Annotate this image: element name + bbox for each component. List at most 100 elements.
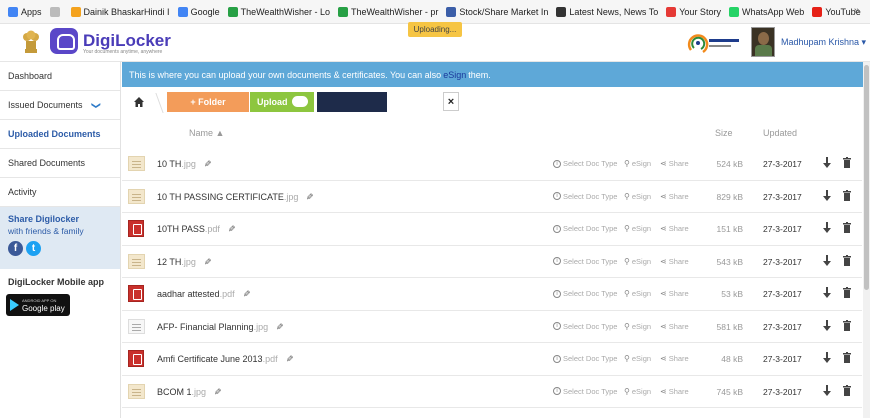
pdf-file-icon[interactable] xyxy=(128,285,144,302)
file-name[interactable]: Amfi Certificate June 2013.pdf ✎ xyxy=(157,354,293,365)
pencil-icon[interactable]: ✎ xyxy=(204,159,212,170)
trash-icon[interactable] xyxy=(843,287,851,298)
pencil-icon[interactable]: ✎ xyxy=(228,224,236,235)
image-thumbnail[interactable] xyxy=(128,156,145,171)
table-row[interactable]: Amfi Certificate June 2013.pdf ✎ i Select D… xyxy=(122,343,862,376)
trash-icon[interactable] xyxy=(843,352,851,363)
download-icon[interactable] xyxy=(823,384,831,397)
pencil-icon[interactable]: ✎ xyxy=(286,354,294,365)
select-doc-type-button[interactable]: i Select Doc Type xyxy=(553,322,617,331)
image-thumbnail[interactable] xyxy=(128,253,145,269)
user-menu[interactable]: Madhupam Krishna ▾ xyxy=(781,37,866,48)
table-row[interactable]: 10TH PASS.pdf ✎ i Select Doc Type ⚲ eSign ⋖ Sha… xyxy=(122,213,862,246)
esign-link[interactable]: eSign xyxy=(443,70,466,80)
select-doc-type-button[interactable]: i Select Doc Type xyxy=(553,159,617,168)
share-button[interactable]: ⋖ Share xyxy=(660,159,689,168)
file-name[interactable]: BCOM 1.jpg ✎ xyxy=(157,387,222,398)
user-avatar[interactable] xyxy=(751,27,775,57)
select-doc-type-button[interactable]: i Select Doc Type xyxy=(553,289,617,298)
digilocker-logo[interactable]: DigiLocker Your documents anytime, anywh… xyxy=(50,28,171,55)
table-row[interactable]: 10 TH.jpg ✎ i Select Doc Type ⚲ eSign ⋖ Share 52… xyxy=(122,148,862,181)
trash-icon[interactable] xyxy=(843,254,851,266)
trash-icon[interactable] xyxy=(843,384,851,396)
bookmark-item[interactable]: TheWealthWisher - pr xyxy=(337,6,438,17)
trash-icon[interactable] xyxy=(843,319,851,331)
bookmarks-more-button[interactable]: » xyxy=(854,5,860,17)
table-row[interactable]: AFP- Financial Planning.jpg ✎ i Select Doc … xyxy=(122,311,862,343)
download-icon[interactable] xyxy=(823,319,831,332)
upload-button[interactable]: Upload xyxy=(250,92,314,112)
bookmark-item[interactable]: Dainik BhaskarHindi I xyxy=(70,6,170,17)
bookmark-item[interactable]: WhatsApp Web xyxy=(728,6,804,17)
column-name-header[interactable]: Name ▲ xyxy=(189,128,224,138)
facebook-icon[interactable]: f xyxy=(8,241,23,256)
share-button[interactable]: ⋖ Share xyxy=(660,354,689,363)
esign-button[interactable]: ⚲ eSign xyxy=(624,192,651,201)
bookmark-item[interactable]: TheWealthWisher - Lo xyxy=(227,6,330,17)
scrollbar-thumb[interactable] xyxy=(864,65,869,290)
file-name[interactable]: 10 TH PASSING CERTIFICATE.jpg ✎ xyxy=(157,192,314,203)
file-name[interactable]: 10 TH.jpg ✎ xyxy=(157,159,211,170)
share-button[interactable]: ⋖ Share xyxy=(660,192,689,201)
table-row[interactable]: 12 TH.jpg ✎ i Select Doc Type ⚲ eSign ⋖ Share 54… xyxy=(122,246,862,278)
sidebar-item-shared-documents[interactable]: Shared Documents xyxy=(0,149,120,178)
download-icon[interactable] xyxy=(823,157,831,169)
share-button[interactable]: ⋖ Share xyxy=(660,322,689,331)
bookmark-item[interactable] xyxy=(49,6,63,17)
share-button[interactable]: ⋖ Share xyxy=(660,387,689,396)
home-icon[interactable] xyxy=(134,97,144,107)
page-scrollbar[interactable] xyxy=(863,62,870,418)
pencil-icon[interactable]: ✎ xyxy=(276,322,284,333)
close-upload-button[interactable]: × xyxy=(443,92,459,111)
share-button[interactable]: ⋖ Share xyxy=(660,289,689,298)
download-icon[interactable] xyxy=(823,254,831,267)
file-name[interactable]: 12 TH.jpg ✎ xyxy=(157,257,211,268)
pdf-file-icon[interactable] xyxy=(128,220,144,237)
trash-icon[interactable] xyxy=(843,189,851,201)
bookmark-item[interactable]: Apps xyxy=(8,6,42,17)
download-icon[interactable] xyxy=(823,189,831,202)
select-doc-type-button[interactable]: i Select Doc Type xyxy=(553,387,617,396)
column-size-header[interactable]: Size xyxy=(715,128,733,138)
pencil-icon[interactable]: ✎ xyxy=(243,289,251,300)
chevron-down-icon[interactable]: ❯ xyxy=(90,102,101,110)
twitter-icon[interactable]: t xyxy=(26,241,41,256)
google-play-button[interactable]: ANDROID APP ON Google play xyxy=(6,294,70,316)
esign-button[interactable]: ⚲ eSign xyxy=(624,322,651,331)
share-button[interactable]: ⋖ Share xyxy=(660,257,689,266)
bookmark-item[interactable]: Google xyxy=(177,6,220,17)
select-doc-type-button[interactable]: i Select Doc Type xyxy=(553,354,617,363)
file-name[interactable]: AFP- Financial Planning.jpg ✎ xyxy=(157,322,284,333)
image-thumbnail[interactable] xyxy=(128,383,145,399)
pdf-file-icon[interactable] xyxy=(128,350,144,367)
pencil-icon[interactable]: ✎ xyxy=(306,192,314,203)
bookmark-item[interactable]: Latest News, News To xyxy=(556,6,658,17)
image-thumbnail[interactable] xyxy=(128,188,145,204)
image-thumbnail[interactable] xyxy=(128,318,145,334)
column-updated-header[interactable]: Updated xyxy=(763,128,797,138)
esign-button[interactable]: ⚲ eSign xyxy=(624,257,651,266)
trash-icon[interactable] xyxy=(843,222,851,233)
esign-button[interactable]: ⚲ eSign xyxy=(624,354,651,363)
sidebar-item-activity[interactable]: Activity xyxy=(0,178,120,207)
table-row[interactable]: BCOM 1.jpg ✎ i Select Doc Type ⚲ eSign ⋖ Share 7… xyxy=(122,376,862,408)
pencil-icon[interactable]: ✎ xyxy=(204,257,212,268)
share-button[interactable]: ⋖ Share xyxy=(660,224,689,233)
new-folder-button[interactable]: + Folder xyxy=(167,92,249,112)
esign-button[interactable]: ⚲ eSign xyxy=(624,159,651,168)
select-doc-type-button[interactable]: i Select Doc Type xyxy=(553,257,617,266)
file-name[interactable]: 10TH PASS.pdf ✎ xyxy=(157,224,235,235)
sidebar-item-issued-documents[interactable]: Issued Documents ❯ xyxy=(0,91,120,120)
download-icon[interactable] xyxy=(823,287,831,299)
esign-button[interactable]: ⚲ eSign xyxy=(624,387,651,396)
file-name[interactable]: aadhar attested.pdf ✎ xyxy=(157,289,250,300)
download-icon[interactable] xyxy=(823,222,831,234)
esign-button[interactable]: ⚲ eSign xyxy=(624,289,651,298)
bookmark-item[interactable]: Your Story xyxy=(666,6,721,17)
esign-button[interactable]: ⚲ eSign xyxy=(624,224,651,233)
table-row[interactable]: aadhar attested.pdf ✎ i Select Doc Type ⚲ eSi… xyxy=(122,278,862,311)
trash-icon[interactable] xyxy=(843,157,851,168)
bookmark-item[interactable]: Stock/Share Market In xyxy=(446,6,548,17)
select-doc-type-button[interactable]: i Select Doc Type xyxy=(553,224,617,233)
table-row[interactable]: 10 TH PASSING CERTIFICATE.jpg ✎ i Select Do… xyxy=(122,181,862,213)
